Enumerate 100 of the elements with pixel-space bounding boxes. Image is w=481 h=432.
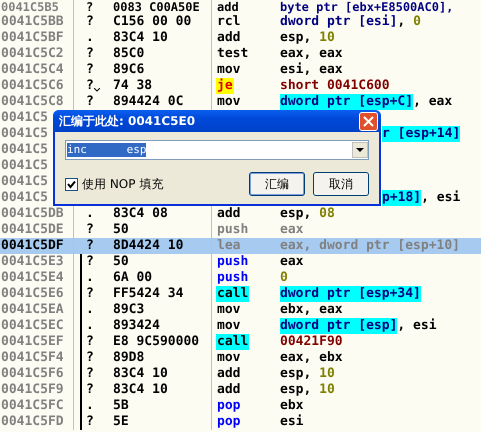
hex-cell: 89C6 [113, 62, 212, 78]
operand-text: dword ptr [esi] [280, 14, 398, 30]
hex-cell: 83C4 10 [113, 366, 212, 382]
mnemonic-cell: add [216, 30, 242, 46]
operand-text: byte ptr [ebx+E8500AC0], [280, 0, 454, 14]
mark-cell: ? [86, 382, 94, 398]
mnemonic-cell: push [216, 270, 250, 286]
operand-text: eax [280, 254, 304, 270]
mnemonic-cell: add [216, 206, 242, 222]
operand-text: eax [280, 222, 304, 238]
operand-text: , esi [421, 190, 460, 206]
hex-cell: 6A 00 [113, 270, 212, 286]
mark-cell: ? [86, 366, 94, 382]
hex-cell: 5B [113, 398, 212, 414]
operand-text: 10 [319, 366, 335, 382]
hex-cell: 85C0 [113, 46, 212, 62]
dialog-button[interactable]: 汇编 [249, 172, 305, 196]
operand-text: ebx, eax [280, 302, 343, 318]
operand-text: esp, [280, 366, 312, 382]
close-button[interactable] [359, 112, 378, 130]
mark-cell: . [86, 30, 94, 46]
address-cell: 0041C5F6 [0, 366, 74, 382]
hex-cell: 89C3 [113, 302, 212, 318]
check-icon [67, 180, 76, 188]
operand-text: esi, eax [280, 62, 343, 78]
mnemonic-cell: pop [216, 414, 242, 430]
mnemonic-cell: mov [216, 318, 242, 334]
mark-cell: . [86, 398, 94, 414]
address-cell: 0041C5EF [0, 334, 74, 350]
operand-text: eax, dword ptr [esp+10] [280, 238, 460, 254]
checkbox-label: 使用 NOP 填充 [82, 176, 164, 192]
operand-text: p+18] [382, 190, 422, 206]
operand-text: short 0041C600 [280, 78, 390, 94]
mark-cell: ? [86, 0, 94, 14]
mnemonic-cell: push [216, 254, 250, 270]
operand-text: r [esp+14] [382, 126, 460, 142]
dialog-button[interactable]: 取消 [313, 172, 369, 196]
operand-text: 0 [413, 14, 421, 30]
checkbox[interactable] [65, 178, 78, 190]
operand-text: eax, eax [280, 46, 343, 62]
hex-cell: 89D8 [113, 350, 212, 366]
hex-cell: 74 38 [113, 78, 212, 94]
mnemonic-cell: je [216, 78, 234, 94]
operand-text: esp, [280, 206, 312, 222]
hex-cell: 83C4 10 [113, 382, 212, 398]
address-cell: 0041C5EC [0, 318, 74, 334]
mnemonic-cell: rcl [216, 14, 242, 30]
operand-text: dword ptr [esp+34] [280, 286, 421, 302]
operand-text: , [397, 14, 406, 30]
input-value: inc esp [67, 143, 146, 157]
mark-cell: . [86, 318, 94, 334]
operand-text: esi [280, 414, 304, 430]
mark-cell: ? [86, 350, 94, 366]
hex-cell: C156 00 00 [113, 14, 212, 30]
operand-text: 10 [319, 382, 335, 398]
hex-cell: 8D4424 10 [113, 238, 212, 254]
address-cell: 0041C5B5 [0, 0, 74, 14]
mark-cell: ? [86, 286, 94, 302]
operand-text: 0 [280, 270, 288, 286]
mnemonic-cell: call [216, 334, 250, 350]
address-cell: 0041C5E3 [0, 254, 74, 270]
address-cell: 0041C5BB [0, 14, 74, 30]
mark-cell: . [86, 206, 94, 222]
mnemonic-cell: mov [216, 94, 242, 110]
mnemonic-cell: add [216, 366, 242, 382]
address-cell: 0041C5FD [0, 414, 74, 430]
hex-cell: 83C4 10 [113, 30, 212, 46]
mnemonic-cell: mov [216, 350, 242, 366]
mark-cell: ? [86, 46, 94, 62]
operand-text: dword ptr [esp+C] [280, 94, 414, 110]
mark-cell: ? [86, 238, 94, 254]
dropdown-button[interactable] [352, 142, 368, 158]
hex-cell: E8 9C590000 [113, 334, 212, 350]
instruction-combo[interactable]: inc esp [65, 140, 369, 160]
address-cell: 0041C5C2 [0, 46, 74, 62]
operand-text: eax, ebx [280, 350, 343, 366]
mnemonic-cell: test [216, 46, 250, 62]
mark-cell: ? [86, 222, 94, 238]
hex-cell: 5E [113, 414, 212, 430]
operand-text: , esi [397, 318, 437, 334]
address-cell: 0041C5BF [0, 30, 74, 46]
close-icon [363, 116, 374, 126]
address-cell: 0041C5E4 [0, 270, 74, 286]
mnemonic-cell: add [216, 0, 240, 14]
mark-cell: ? [86, 62, 94, 78]
mark-cell: ? [86, 78, 94, 94]
mark-cell: ? [86, 254, 94, 270]
mark-cell: ? [86, 414, 94, 430]
address-cell: 0041C5C4 [0, 62, 74, 78]
operand-text: dword ptr [esp] [280, 318, 398, 334]
mnemonic-cell: push [216, 222, 250, 238]
mnemonic-cell: call [216, 286, 250, 302]
mark-cell: . [86, 302, 94, 318]
address-cell: 0041C5EA [0, 302, 74, 318]
address-cell: 0041C5F9 [0, 382, 74, 398]
hex-cell: FF5424 34 [113, 286, 212, 302]
operand-text: 08 [319, 206, 335, 222]
mark-cell: ? [86, 94, 94, 110]
address-cell: 0041C5DF [0, 238, 74, 254]
operand-text: , eax [413, 94, 452, 110]
